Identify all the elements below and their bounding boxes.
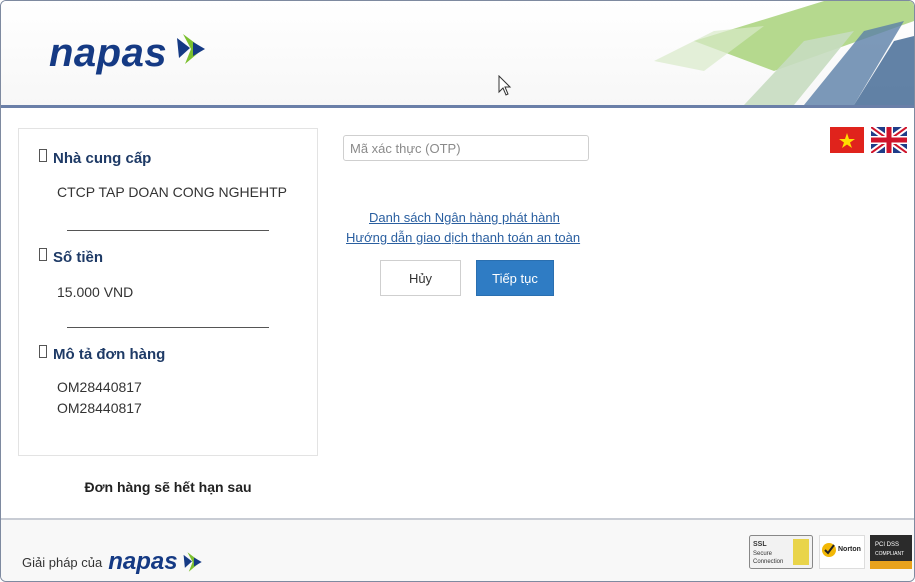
ssl-secure-badge: SSL Secure Connection	[749, 535, 813, 569]
vietnam-flag-icon[interactable]	[830, 127, 864, 153]
mouse-cursor-icon	[498, 74, 512, 102]
issuing-banks-link[interactable]: Danh sách Ngân hàng phát hành	[369, 210, 560, 225]
divider	[67, 327, 269, 328]
divider	[67, 230, 269, 231]
otp-input[interactable]	[343, 135, 589, 161]
ssl-line: Connection	[753, 559, 783, 565]
powered-by-text: Giải pháp của	[22, 554, 103, 570]
napas-star-icon	[173, 31, 207, 76]
header-decoration	[654, 1, 914, 105]
amount-heading: Số tiền	[39, 248, 103, 266]
provider-heading: Nhà cung cấp	[39, 149, 151, 167]
footer: Giải pháp của napas SSL Secure Connectio…	[1, 518, 914, 581]
amount-label: Số tiền	[53, 249, 104, 266]
safe-payment-guide-link[interactable]: Hướng dẫn giao dịch thanh toán an toàn	[346, 230, 580, 245]
pci-dss-badge: PCI DSS COMPLIANT	[870, 535, 912, 569]
pci-line: PCI DSS	[875, 542, 899, 548]
cancel-button[interactable]: Hủy	[380, 260, 461, 296]
amount-icon	[39, 248, 47, 261]
header: napas	[1, 1, 914, 108]
napas-star-icon	[183, 552, 202, 572]
description-line: OM28440817	[57, 400, 142, 416]
norton-text: Norton	[838, 546, 861, 553]
footer-logo-text: napas	[108, 548, 178, 575]
order-summary-panel: Nhà cung cấp CTCP TAP DOAN CONG NGHEHTP …	[18, 128, 318, 456]
ssl-line: SSL	[753, 541, 767, 548]
logo-text: napas	[49, 31, 168, 75]
napas-logo: napas	[49, 31, 207, 76]
norton-secured-badge: Norton	[819, 535, 865, 569]
ssl-line: Secure	[753, 551, 773, 557]
uk-flag-icon[interactable]	[869, 124, 909, 156]
description-icon	[39, 345, 47, 358]
description-heading: Mô tả đơn hàng	[39, 345, 165, 363]
footer-napas-logo: napas	[108, 548, 202, 576]
continue-button[interactable]: Tiếp tục	[476, 260, 554, 296]
provider-value: CTCP TAP DOAN CONG NGHEHTP	[57, 184, 287, 200]
payment-window: napas Nhà cung cấp CTCP TAP DOAN CONG NG…	[0, 0, 915, 582]
amount-value: 15.000 VND	[57, 284, 134, 300]
description-line: OM28440817	[57, 379, 142, 395]
powered-by: Giải pháp của napas	[22, 548, 203, 576]
description-label: Mô tả đơn hàng	[53, 346, 166, 363]
provider-icon	[39, 149, 47, 162]
provider-label: Nhà cung cấp	[53, 150, 152, 167]
expire-text: Đơn hàng sẽ hết hạn sau	[84, 479, 252, 495]
pci-line: COMPLIANT	[875, 551, 904, 557]
